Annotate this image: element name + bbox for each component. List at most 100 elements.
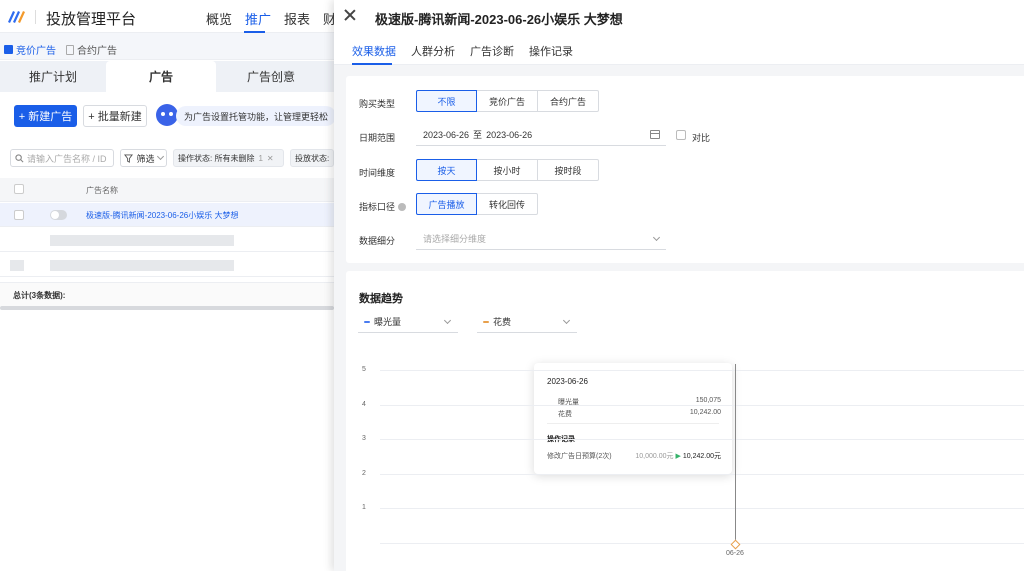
chart-gridline — [380, 404, 1024, 406]
tooltip-record: 修改广告日预算(2次) 10,000.00元 ▶ 10,242.00元 — [547, 451, 721, 461]
search-placeholder: 请输入广告名称 / ID — [27, 153, 107, 164]
new-ad-button[interactable]: + 新建广告 — [14, 105, 77, 127]
x-tick-label: 06-26 — [726, 550, 744, 557]
ad-name-link[interactable]: 极速版-腾讯新闻-2023-06-26小娱乐 大梦想 — [86, 210, 238, 221]
info-icon[interactable] — [398, 203, 407, 211]
buy-type-label: 购买类型 — [359, 99, 396, 109]
nav-overview[interactable]: 概览 — [206, 9, 232, 28]
data-point[interactable] — [730, 539, 741, 550]
time-dim-segment: 按天 按小时 按时段 — [416, 159, 599, 181]
redacted-block — [10, 260, 24, 271]
chart-tooltip: 2023-06-26 曝光量 150,075 花费 10,242.00 操作记录… — [534, 363, 732, 474]
close-icon[interactable]: ✕ — [267, 154, 274, 163]
tab-diagnosis[interactable]: 广告诊断 — [470, 43, 514, 59]
redacted-block — [50, 235, 86, 246]
batch-new-button[interactable]: + 批量新建 — [83, 105, 147, 127]
breakdown-placeholder: 请选择细分维度 — [423, 234, 487, 244]
hover-crosshair-line — [735, 364, 736, 546]
tab-plans[interactable]: 推广计划 — [0, 61, 106, 92]
tab-active-indicator — [352, 63, 392, 65]
drawer-header: 极速版-腾讯新闻-2023-06-26小娱乐 大梦想 效果数据 人群分析 广告诊… — [334, 0, 1024, 65]
tooltip-label: 花费 — [558, 411, 572, 418]
redacted-block — [86, 235, 234, 246]
arrow-right-icon: ▶ — [675, 453, 681, 460]
trend-title: 数据趋势 — [359, 293, 403, 305]
date-range-picker[interactable]: 2023-06-26 至 2023-06-26 — [416, 124, 666, 146]
legend-swatch-metric1 — [364, 320, 370, 323]
breakdown-select[interactable]: 请选择细分维度 — [416, 228, 666, 250]
filter-tag-delivery-status[interactable]: 投放状态: — [290, 149, 334, 167]
metric1-select[interactable]: 曝光量 — [358, 311, 458, 333]
tooltip-row-cost: 花费 10,242.00 — [558, 409, 721, 419]
date-range-label: 日期范围 — [359, 133, 396, 143]
table-row[interactable]: 极速版-腾讯新闻-2023-06-26小娱乐 大梦想 — [0, 203, 334, 227]
tab-ads[interactable]: 广告 — [106, 61, 216, 92]
ads-table-header: 广告名称 — [0, 178, 334, 202]
chart-gridline — [380, 439, 1024, 441]
nav-promotion[interactable]: 推广 — [245, 9, 271, 28]
filter-button[interactable]: 筛选 — [120, 149, 167, 167]
row-checkbox[interactable] — [14, 210, 24, 220]
app-title: 投放管理平台 — [46, 11, 137, 28]
tooltip-divider — [547, 423, 719, 424]
metric2-select[interactable]: 花费 — [477, 311, 577, 333]
redacted-block — [86, 260, 234, 271]
nav-reports[interactable]: 报表 — [284, 9, 310, 28]
y-tick-label: 2 — [362, 469, 366, 477]
buy-type-all[interactable]: 不限 — [416, 90, 477, 112]
tab-audience[interactable]: 人群分析 — [411, 43, 455, 59]
metric1-label: 曝光量 — [374, 317, 402, 327]
subbar-contract-ads[interactable]: 合约广告 — [66, 42, 117, 57]
assistant-tip[interactable]: 为广告设置托管功能，让管理更轻松 — [176, 106, 337, 126]
close-icon[interactable] — [343, 8, 357, 22]
time-dim-hour[interactable]: 按小时 — [476, 159, 538, 181]
calendar-icon — [650, 130, 660, 139]
buy-type-contract[interactable]: 合约广告 — [537, 90, 599, 112]
filter-tag-count: 1 — [258, 153, 263, 163]
select-all-checkbox[interactable] — [14, 184, 24, 194]
y-tick-label: 4 — [362, 400, 366, 408]
time-dim-day[interactable]: 按天 — [416, 159, 477, 181]
subbar-label: 合约广告 — [77, 46, 117, 57]
chart-gridline — [380, 508, 1024, 510]
compare-label: 对比 — [692, 133, 711, 143]
table-row-redacted — [0, 228, 334, 252]
metric-source-playback[interactable]: 广告播放 — [416, 193, 477, 215]
y-tick-label: 3 — [362, 435, 366, 443]
metric-source-conversion[interactable]: 转化回传 — [476, 193, 538, 215]
chart-gridline — [380, 473, 1024, 475]
record-old-value: 10,000.00元 — [635, 453, 674, 460]
ad-status-toggle[interactable] — [50, 210, 67, 220]
subbar-bidding-ads[interactable]: 竞价广告 — [4, 42, 56, 57]
legend-swatch-metric2 — [483, 320, 489, 323]
assistant-robot-icon[interactable] — [156, 104, 178, 126]
time-dim-period[interactable]: 按时段 — [537, 159, 599, 181]
tab-performance[interactable]: 效果数据 — [352, 43, 396, 59]
checkbox-icon — [4, 45, 13, 54]
record-change: 10,000.00元 ▶ 10,242.00元 — [635, 451, 721, 461]
y-tick-label: 1 — [362, 504, 366, 512]
record-new-value: 10,242.00元 — [682, 453, 721, 460]
tab-operation-log[interactable]: 操作记录 — [529, 43, 573, 59]
totals-label: 总计(3条数据): — [13, 291, 66, 300]
filter-tag-label: 投放状态: — [295, 153, 330, 163]
redacted-block — [50, 260, 86, 271]
buy-type-bidding[interactable]: 竞价广告 — [476, 90, 538, 112]
horizontal-scrollbar[interactable] — [0, 306, 334, 310]
chevron-down-icon — [652, 233, 661, 242]
metric2-label: 花费 — [493, 317, 512, 327]
table-row-redacted — [0, 253, 334, 277]
ad-search-input[interactable]: 请输入广告名称 / ID — [10, 149, 114, 167]
date-end: 2023-06-26 — [486, 129, 533, 140]
tab-creatives[interactable]: 广告创意 — [216, 61, 326, 92]
brand-logo-icon — [8, 11, 25, 23]
compare-checkbox[interactable] — [676, 130, 686, 140]
record-action: 修改广告日预算(2次) — [547, 453, 612, 460]
filter-tag-op-status[interactable]: 操作状态: 所有未删除 1 ✕ — [173, 149, 284, 167]
chart-gridline — [380, 543, 1024, 544]
chart-gridline — [380, 370, 1024, 371]
tooltip-value: 10,242.00 — [689, 409, 721, 416]
ad-detail-drawer: 极速版-腾讯新闻-2023-06-26小娱乐 大梦想 效果数据 人群分析 广告诊… — [334, 0, 1024, 571]
date-sep: 至 — [473, 130, 483, 140]
filter-label: 筛选 — [136, 153, 155, 164]
